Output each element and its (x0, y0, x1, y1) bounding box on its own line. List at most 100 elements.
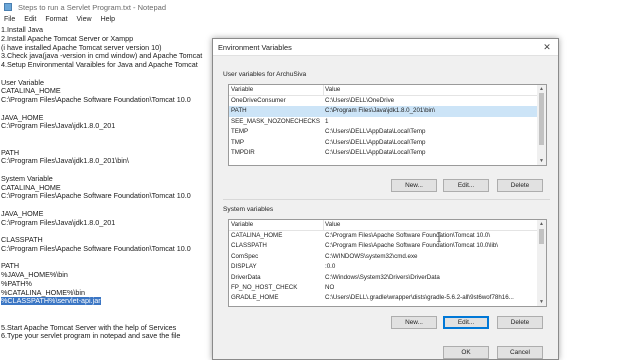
user-variable-row[interactable]: TMP C:\Users\DELL\AppData\Local\Temp (229, 138, 546, 148)
variable-value: C:\Users\DELL\AppData\Local\Temp (325, 138, 426, 146)
user-delete-button[interactable]: Delete (497, 179, 543, 192)
text-cursor-icon (437, 232, 441, 242)
close-icon[interactable]: ✕ (541, 41, 553, 53)
section-divider (223, 199, 550, 200)
notepad-line (1, 315, 213, 324)
notepad-line: %CLASSPATH%\servlet-api.jar (1, 297, 213, 306)
system-variable-row[interactable]: DISPLAY:0.0 (229, 262, 546, 272)
variable-value: C:\Users\DELL\AppData\Local\Temp (325, 128, 426, 136)
notepad-line: System Variable (1, 175, 213, 184)
menu-help[interactable]: Help (101, 16, 115, 23)
variable-value: NO (325, 283, 335, 291)
notepad-line: C:\Program Files\Apache Software Foundat… (1, 96, 213, 105)
notepad-menubar: File Edit Format View Help (0, 14, 640, 25)
user-variables-label: User variables for ArchuSiva (223, 71, 307, 78)
variable-name: FP_NO_HOST_CHECK (231, 283, 298, 291)
variable-value: C:\WINDOWS\system32\cmd.exe (325, 252, 418, 260)
variable-name: ComSpec (231, 252, 259, 260)
notepad-line-text: C:\Program Files\Apache Software Foundat… (1, 96, 191, 104)
notepad-line-text: 6.Type your servlet program in notepad a… (1, 332, 181, 341)
notepad-line-text: CLASSPATH (1, 236, 43, 244)
column-header-variable[interactable]: Variable (231, 221, 253, 228)
notepad-line: 4.Setup Environmental Varaibles for Java… (1, 61, 213, 70)
notepad-line-text: 2.Install Apache Tomcat Server or Xampp (1, 34, 134, 43)
dialog-title: Environment Variables (218, 43, 292, 52)
user-variable-row[interactable]: TEMP C:\Users\DELL\AppData\Local\Temp (229, 127, 546, 137)
notepad-line-text: %CLASSPATH%\servlet-api.jar (1, 297, 101, 306)
user-edit-button[interactable]: Edit... (443, 179, 489, 192)
scroll-down-icon[interactable]: ▼ (537, 298, 546, 306)
system-variable-row[interactable]: FP_NO_HOST_CHECK NO (229, 283, 546, 293)
notepad-line: 1.Install Java (1, 26, 213, 35)
notepad-line-text: User Variable (1, 78, 45, 87)
user-new-button[interactable]: New... (391, 179, 437, 192)
variable-name: CLASSPATH (231, 242, 267, 250)
menu-format[interactable]: Format (45, 16, 67, 23)
system-new-button[interactable]: New... (391, 316, 437, 329)
system-edit-button[interactable]: Edit... (443, 316, 489, 329)
column-separator[interactable] (323, 85, 324, 95)
scroll-up-icon[interactable]: ▲ (537, 85, 546, 93)
notepad-line-text: C:\Program Files\Apache Software Foundat… (1, 192, 191, 201)
notepad-line: CATALINA_HOME (1, 87, 213, 96)
variable-name: SEE_MASK_NOZONECHECKS (231, 117, 321, 125)
user-variable-row[interactable]: PATH C:\Program Files\Java\jdk1.8.0_201\b… (229, 106, 546, 117)
notepad-line (1, 166, 213, 175)
scroll-up-icon[interactable]: ▲ (537, 220, 546, 228)
user-variables-list[interactable]: Variable Value OneDriveConsumer C:\Users\… (228, 84, 547, 166)
variable-value: C:\Windows\System32\Drivers\DriverData (325, 273, 440, 281)
user-variable-row[interactable]: TMPDIR C:\Users\DELL\AppData\Local\Temp (229, 148, 546, 158)
system-variable-row[interactable]: DriverData C:\Windows\System32\Drivers\Dr… (229, 273, 546, 283)
notepad-line (1, 140, 213, 149)
column-separator[interactable] (323, 220, 324, 230)
menu-view[interactable]: View (77, 16, 92, 23)
scroll-down-icon[interactable]: ▼ (537, 157, 546, 165)
user-variable-row[interactable]: OneDriveConsumer C:\Users\DELL\OneDrive (229, 96, 546, 106)
notepad-line-text: PATH (1, 148, 20, 157)
menu-edit[interactable]: Edit (24, 16, 36, 23)
system-variable-row[interactable]: CLASSPATH C:\Program Files\Apache Softwar… (229, 241, 546, 251)
column-header-variable[interactable]: Variable (231, 86, 253, 93)
notepad-line (1, 70, 213, 79)
notepad-line-text: CATALINA_HOME (1, 183, 61, 192)
notepad-line: (i have installed Apache Tomcat server v… (1, 44, 213, 53)
notepad-line: JAVA_HOME (1, 210, 213, 219)
system-rows: CATALINA_HOME C:\Program Files\Apache Sof… (229, 231, 546, 304)
notepad-line: 2.Install Apache Tomcat Server or Xampp (1, 35, 213, 44)
column-header-value[interactable]: Value (325, 221, 340, 228)
notepad-line: PATH (1, 262, 213, 271)
notepad-line: C:\Program Files\Java\jdk1.8.0_201\bin\ (1, 157, 213, 166)
user-variable-row[interactable]: SEE_MASK_NOZONECHECKS 1 (229, 117, 546, 127)
user-list-scrollbar[interactable]: ▲ ▼ (537, 85, 546, 165)
variable-value: C:\Users\DELL\AppData\Local\Temp (325, 148, 426, 156)
system-variable-row[interactable]: CATALINA_HOME C:\Program Files\Apache Sof… (229, 231, 546, 241)
scroll-thumb[interactable] (539, 229, 544, 244)
variable-name: OneDriveConsumer (231, 97, 286, 104)
notepad-line: %JAVA_HOME%\bin (1, 271, 213, 280)
cancel-button[interactable]: Cancel (497, 346, 543, 359)
variable-name: TEMP (231, 128, 249, 136)
notepad-titlebar[interactable]: Steps to run a Servlet Program.txt - Not… (0, 0, 640, 14)
notepad-line-text: 1.Install Java (1, 26, 43, 34)
system-list-scrollbar[interactable]: ▲ ▼ (537, 220, 546, 306)
ok-button[interactable]: OK (443, 346, 489, 359)
system-variable-row[interactable]: ComSpec C:\WINDOWS\system32\cmd.exe (229, 252, 546, 262)
notepad-line-text: 3.Check java(java -version in cmd window… (1, 52, 203, 61)
notepad-line-text: C:\Program Files\Java\jdk1.8.0_201\bin\ (1, 157, 129, 166)
notepad-line: PATH (1, 149, 213, 158)
scroll-thumb[interactable] (539, 93, 544, 145)
notepad-line: 3.Check java(java -version in cmd window… (1, 52, 213, 61)
system-variable-row[interactable]: GRADLE_HOME C:\Users\DELL\.gradle\wrapper… (229, 293, 546, 303)
notepad-line: %PATH% (1, 280, 213, 289)
notepad-line (1, 105, 213, 114)
notepad-line (1, 254, 213, 263)
column-header-value[interactable]: Value (325, 86, 340, 93)
user-rows: OneDriveConsumer C:\Users\DELL\OneDrive PA… (229, 96, 546, 158)
system-variables-list[interactable]: Variable Value CATALINA_HOME C:\Program F… (228, 219, 547, 307)
system-delete-button[interactable]: Delete (497, 316, 543, 329)
system-list-header: Variable Value (229, 220, 546, 231)
variable-name: PATH (231, 107, 247, 115)
variable-value: C:\Program Files\Apache Software Foundat… (325, 232, 491, 239)
menu-file[interactable]: File (4, 16, 15, 23)
dialog-titlebar[interactable]: Environment Variables ✕ (213, 39, 558, 56)
